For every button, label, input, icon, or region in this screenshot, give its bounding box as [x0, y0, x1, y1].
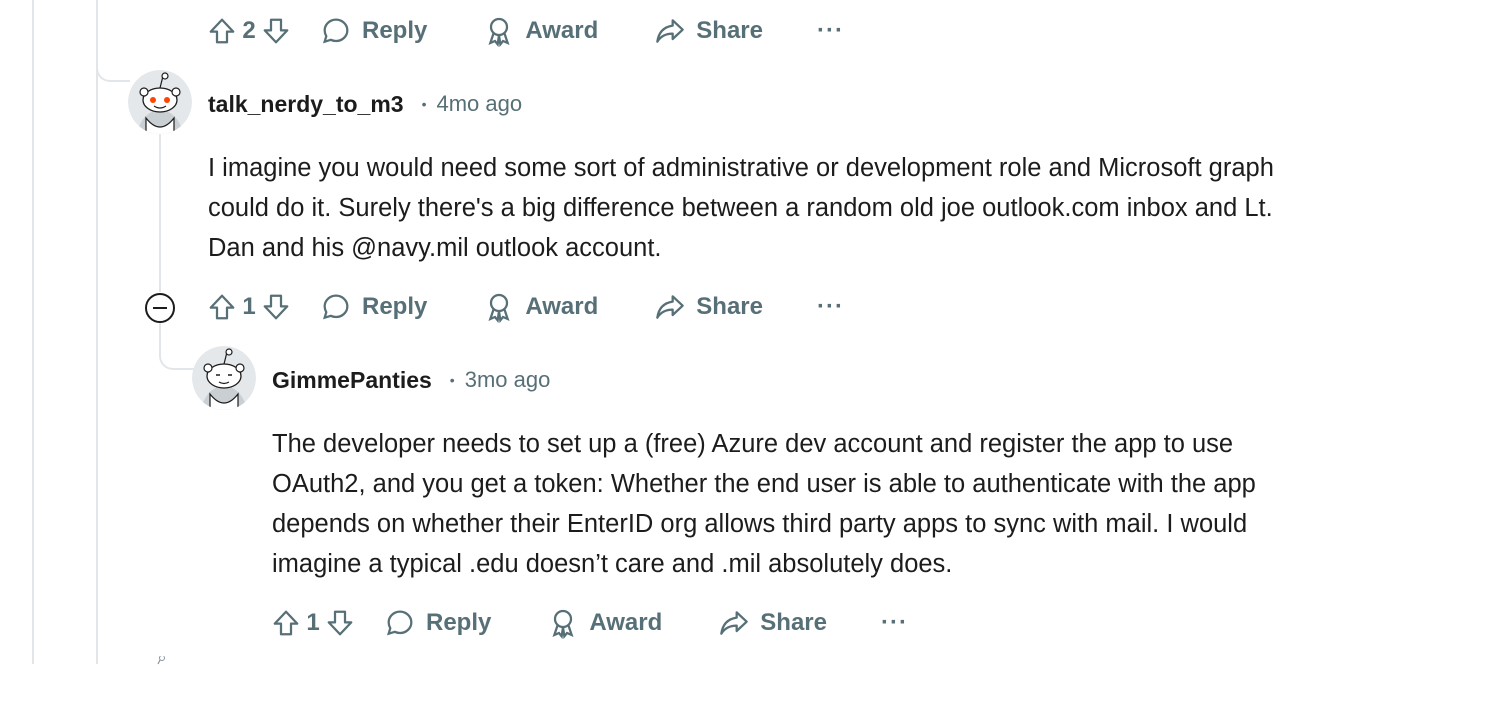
- downvote-icon: [263, 294, 289, 320]
- meta-separator: •: [421, 96, 427, 112]
- downvote-button[interactable]: [324, 607, 356, 639]
- vote-count: 1: [306, 609, 320, 636]
- author-name[interactable]: talk_nerdy_to_m3: [208, 91, 404, 118]
- vote-count: 1: [242, 293, 256, 320]
- share-button[interactable]: Share: [718, 607, 827, 639]
- share-label: Share: [696, 293, 763, 320]
- upvote-button[interactable]: [270, 607, 302, 639]
- more-options-button[interactable]: ···: [817, 19, 844, 43]
- comment-actions: 1 Reply Award Share ···: [206, 287, 844, 327]
- share-icon: [720, 611, 749, 635]
- upvote-icon: [273, 610, 299, 636]
- meta-separator: •: [449, 372, 455, 388]
- downvote-icon: [263, 18, 289, 44]
- author-name[interactable]: GimmePanties: [272, 367, 432, 394]
- award-label: Award: [525, 17, 599, 44]
- downvote-button[interactable]: [260, 15, 292, 47]
- vote-control: 1: [270, 607, 356, 639]
- more-options-button[interactable]: ···: [817, 295, 844, 319]
- more-icon: ···: [880, 609, 908, 636]
- snoo-avatar-icon: [192, 346, 256, 410]
- comment-line: depends on whether their EnterID org all…: [272, 510, 1248, 538]
- snoo-avatar-icon: [157, 656, 165, 665]
- reply-label: Reply: [362, 293, 428, 320]
- share-label: Share: [696, 17, 763, 44]
- comment-line: could do it. Surely there's a big differ…: [208, 194, 1273, 222]
- collapse-thread-button[interactable]: [145, 293, 175, 323]
- thread-branch-2: [159, 322, 195, 370]
- comment-timestamp[interactable]: 3mo ago: [465, 367, 551, 393]
- share-button[interactable]: Share: [654, 15, 763, 47]
- reply-label: Reply: [362, 17, 428, 44]
- award-icon: [552, 609, 574, 639]
- share-icon: [656, 19, 685, 43]
- thread-rail-comment1: [159, 130, 161, 292]
- comment-header: GimmePanties • 3mo ago: [272, 365, 550, 395]
- reply-button[interactable]: Reply: [320, 291, 427, 323]
- comment-body: I imagine you would need some sort of ad…: [208, 148, 1274, 268]
- reply-button[interactable]: Reply: [384, 607, 491, 639]
- award-label: Award: [589, 609, 663, 636]
- share-icon: [656, 295, 685, 319]
- comment-line: OAuth2, and you get a token: Whether the…: [272, 470, 1256, 498]
- award-button[interactable]: Award: [547, 607, 662, 639]
- award-icon: [488, 293, 510, 323]
- previous-comment-actions: 2 Reply Award Share ···: [206, 11, 844, 51]
- downvote-icon: [327, 610, 353, 636]
- upvote-icon: [209, 18, 235, 44]
- more-icon: ···: [816, 293, 844, 320]
- thread-rail-outer: [32, 0, 34, 664]
- comment-line: I imagine you would need some sort of ad…: [208, 154, 1274, 182]
- comment-line: imagine a typical .edu doesn’t care and …: [272, 550, 953, 578]
- reply-bubble-icon: [322, 294, 349, 320]
- comment-header: talk_nerdy_to_m3 • 4mo ago: [208, 89, 522, 119]
- snoo-avatar-icon: [128, 70, 192, 134]
- downvote-button[interactable]: [260, 291, 292, 323]
- avatar[interactable]: [192, 346, 256, 410]
- comment-line: Dan and his @navy.mil outlook account.: [208, 234, 662, 262]
- more-icon: ···: [816, 17, 844, 44]
- avatar[interactable]: [128, 70, 192, 134]
- vote-control: 1: [206, 291, 292, 323]
- reply-button[interactable]: Reply: [320, 15, 427, 47]
- upvote-icon: [209, 294, 235, 320]
- vote-control: 2: [206, 15, 292, 47]
- thread-rail-parent: [96, 0, 98, 664]
- reply-label: Reply: [426, 609, 492, 636]
- collapse-icon: [153, 307, 167, 309]
- avatar[interactable]: [128, 656, 192, 720]
- award-button[interactable]: Award: [483, 291, 598, 323]
- reply-bubble-icon: [322, 18, 349, 44]
- award-button[interactable]: Award: [483, 15, 598, 47]
- comment-timestamp[interactable]: 4mo ago: [437, 91, 523, 117]
- thread-branch-1: [96, 50, 130, 82]
- share-label: Share: [760, 609, 827, 636]
- more-options-button[interactable]: ···: [881, 611, 908, 635]
- comment-actions: 1 Reply Award Share ···: [270, 603, 908, 643]
- comment-line: The developer needs to set up a (free) A…: [272, 430, 1234, 458]
- vote-count: 2: [242, 17, 256, 44]
- award-label: Award: [525, 293, 599, 320]
- upvote-button[interactable]: [206, 15, 238, 47]
- comment-body: The developer needs to set up a (free) A…: [272, 424, 1256, 584]
- reply-bubble-icon: [386, 610, 413, 636]
- share-button[interactable]: Share: [654, 291, 763, 323]
- upvote-button[interactable]: [206, 291, 238, 323]
- award-icon: [488, 17, 510, 47]
